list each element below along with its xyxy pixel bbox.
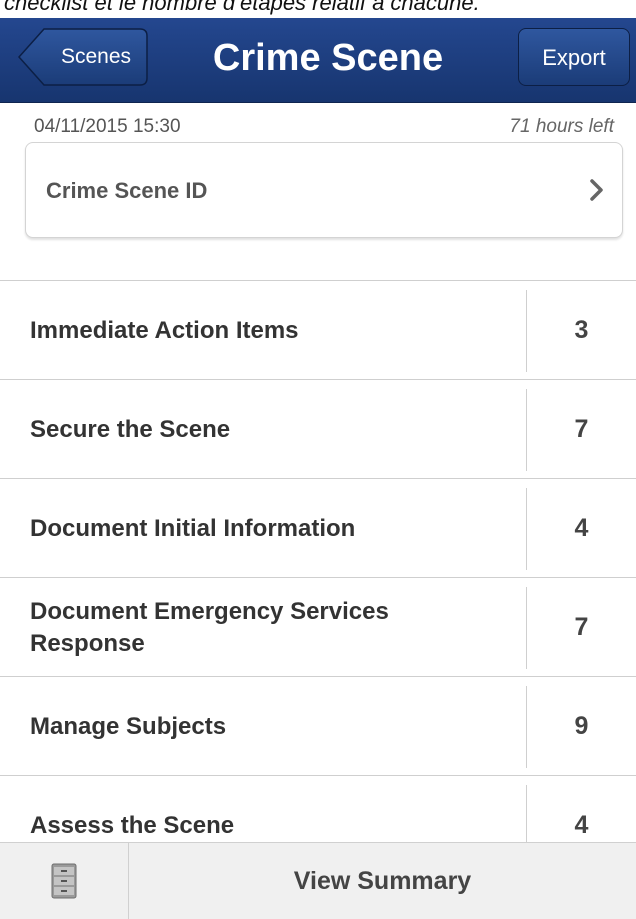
- checklist-row[interactable]: Manage Subjects 9: [0, 676, 636, 775]
- navigation-bar: Scenes Crime Scene Export: [0, 18, 636, 103]
- checklist-row[interactable]: Immediate Action Items 3: [0, 280, 636, 379]
- view-summary-button[interactable]: View Summary: [129, 843, 636, 919]
- checklist-row[interactable]: Secure the Scene 7: [0, 379, 636, 478]
- checklist-row-label: Document Emergency Services Response: [30, 597, 389, 657]
- chevron-right-icon: [590, 179, 603, 201]
- bottom-toolbar: View Summary: [0, 842, 636, 919]
- file-cabinet-button[interactable]: [0, 843, 129, 919]
- checklist: Immediate Action Items 3 Secure the Scen…: [0, 280, 636, 874]
- checklist-row-label: Secure the Scene: [30, 415, 231, 443]
- back-button[interactable]: Scenes: [18, 28, 148, 86]
- scene-datetime: 04/11/2015 15:30: [34, 116, 181, 137]
- crime-scene-id-card[interactable]: Crime Scene ID: [25, 142, 623, 238]
- page-caption: checklist et le nombre d’étapes relatif …: [4, 0, 480, 15]
- export-button[interactable]: Export: [518, 28, 630, 86]
- checklist-row-label: Document Initial Information: [30, 514, 356, 542]
- checklist-row[interactable]: Document Initial Information 4: [0, 478, 636, 577]
- checklist-row-count: 4: [574, 514, 589, 542]
- back-button-label: Scenes: [60, 45, 132, 68]
- checklist-row-count: 3: [574, 316, 589, 344]
- checklist-row-count: 9: [574, 712, 589, 740]
- checklist-row-count: 7: [574, 613, 589, 641]
- checklist-row[interactable]: Document Emergency Services Response 7: [0, 577, 636, 676]
- checklist-row-count: 7: [574, 415, 589, 443]
- time-remaining: 71 hours left: [509, 116, 614, 137]
- checklist-row-label: Immediate Action Items: [30, 316, 299, 344]
- crime-scene-id-label: Crime Scene ID: [46, 178, 208, 203]
- page-title: Crime Scene: [212, 37, 444, 79]
- checklist-row-label: Manage Subjects: [30, 712, 227, 740]
- file-cabinet-icon: [51, 863, 77, 899]
